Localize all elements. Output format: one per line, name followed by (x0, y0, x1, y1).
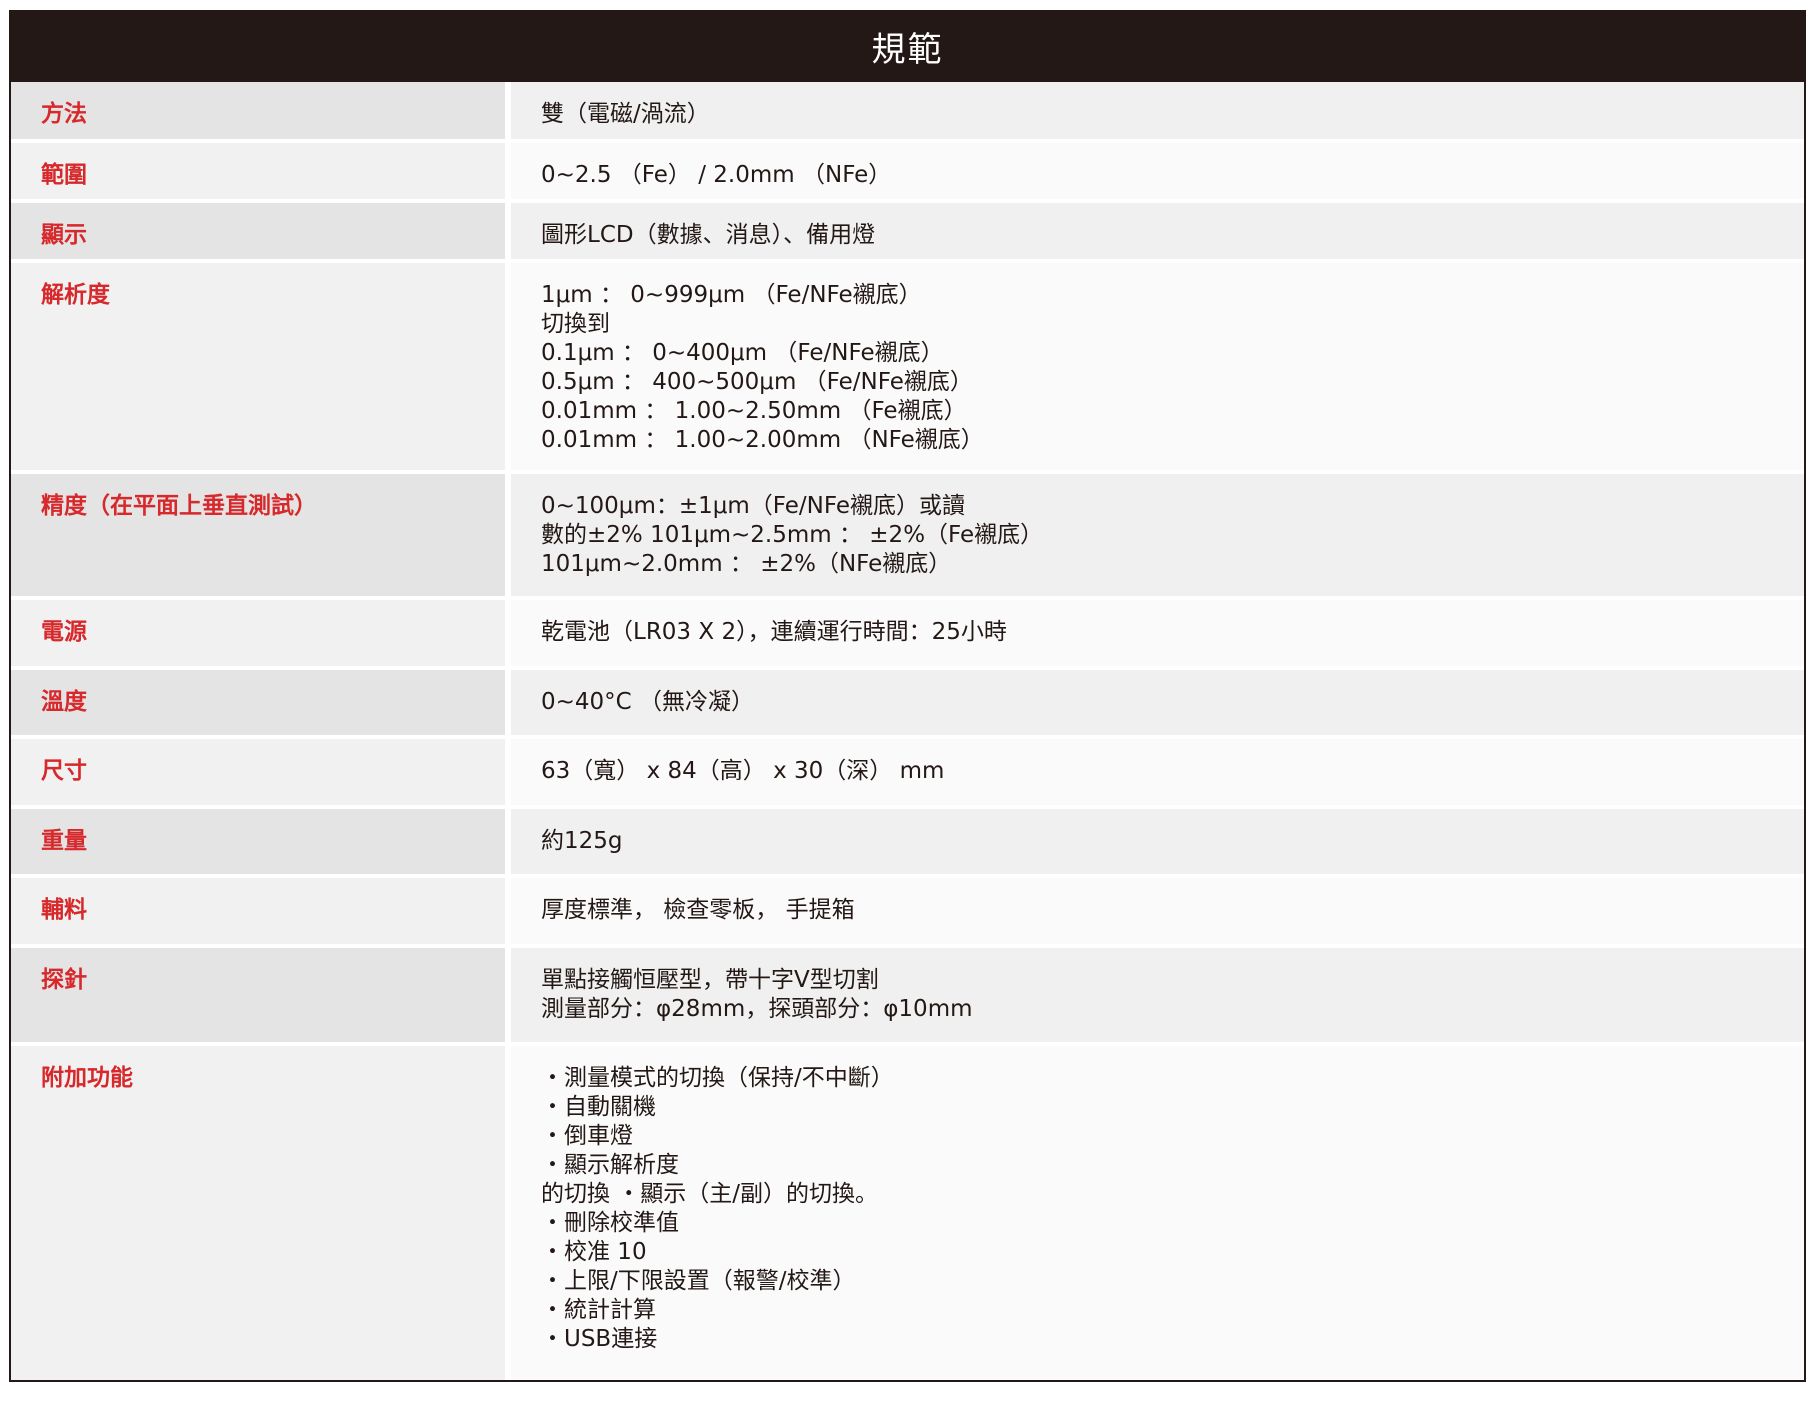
spec-label: 顯示 (11, 203, 511, 259)
spec-value: 雙（電磁/渦流） (511, 82, 1804, 139)
spec-label: 探針 (11, 948, 511, 1042)
spec-row-weight: 重量 約125g (11, 809, 1804, 878)
spec-row-temperature: 溫度 0~40°C （無冷凝） (11, 670, 1804, 739)
spec-value: 63（寬） x 84（高） x 30（深） mm (511, 739, 1804, 805)
spec-row-resolution: 解析度 1μm ： 0~999μm （Fe/NFe襯底） 切換到 0.1μm ：… (11, 263, 1804, 474)
spec-label: 電源 (11, 600, 511, 666)
spec-value: ・測量模式的切換（保持/不中斷） ・自動關機 ・倒車燈 ・顯示解析度 的切換 ・… (511, 1046, 1804, 1380)
spec-value: 圖形LCD（數據、消息）、備用燈 (511, 203, 1804, 259)
spec-row-display: 顯示 圖形LCD（數據、消息）、備用燈 (11, 203, 1804, 263)
spec-label: 尺寸 (11, 739, 511, 805)
spec-value: 0~100μm：±1μm（Fe/NFe襯底）或讀 數的±2% 101μm~2.5… (511, 474, 1804, 596)
spec-label: 解析度 (11, 263, 511, 470)
spec-label: 範圍 (11, 143, 511, 199)
spec-label: 方法 (11, 82, 511, 139)
spec-row-power: 電源 乾電池（LR03 X 2），連續運行時間：25小時 (11, 600, 1804, 670)
spec-value: 1μm ： 0~999μm （Fe/NFe襯底） 切換到 0.1μm ： 0~4… (511, 263, 1804, 470)
spec-value: 乾電池（LR03 X 2），連續運行時間：25小時 (511, 600, 1804, 666)
spec-value: 單點接觸恒壓型，帶十字V型切割 測量部分：φ28mm，探頭部分：φ10mm (511, 948, 1804, 1042)
spec-label: 精度（在平面上垂直測試） (11, 474, 511, 596)
spec-label: 重量 (11, 809, 511, 874)
spec-row-probe: 探針 單點接觸恒壓型，帶十字V型切割 測量部分：φ28mm，探頭部分：φ10mm (11, 948, 1804, 1046)
spec-label: 輔料 (11, 878, 511, 944)
spec-label: 附加功能 (11, 1046, 511, 1380)
spec-value: 約125g (511, 809, 1804, 874)
spec-label: 溫度 (11, 670, 511, 735)
spec-row-range: 範圍 0~2.5 （Fe） / 2.0mm （NFe） (11, 143, 1804, 203)
spec-table-title: 規範 (11, 10, 1804, 82)
spec-row-dimensions: 尺寸 63（寬） x 84（高） x 30（深） mm (11, 739, 1804, 809)
spec-table: 規範 方法 雙（電磁/渦流） 範圍 0~2.5 （Fe） / 2.0mm （NF… (9, 10, 1806, 1382)
spec-row-method: 方法 雙（電磁/渦流） (11, 82, 1804, 143)
spec-row-accuracy: 精度（在平面上垂直測試） 0~100μm：±1μm（Fe/NFe襯底）或讀 數的… (11, 474, 1804, 600)
spec-value: 0~2.5 （Fe） / 2.0mm （NFe） (511, 143, 1804, 199)
spec-value: 厚度標準， 檢查零板， 手提箱 (511, 878, 1804, 944)
spec-row-accessories: 輔料 厚度標準， 檢查零板， 手提箱 (11, 878, 1804, 948)
spec-value: 0~40°C （無冷凝） (511, 670, 1804, 735)
spec-row-additional-functions: 附加功能 ・測量模式的切換（保持/不中斷） ・自動關機 ・倒車燈 ・顯示解析度 … (11, 1046, 1804, 1380)
